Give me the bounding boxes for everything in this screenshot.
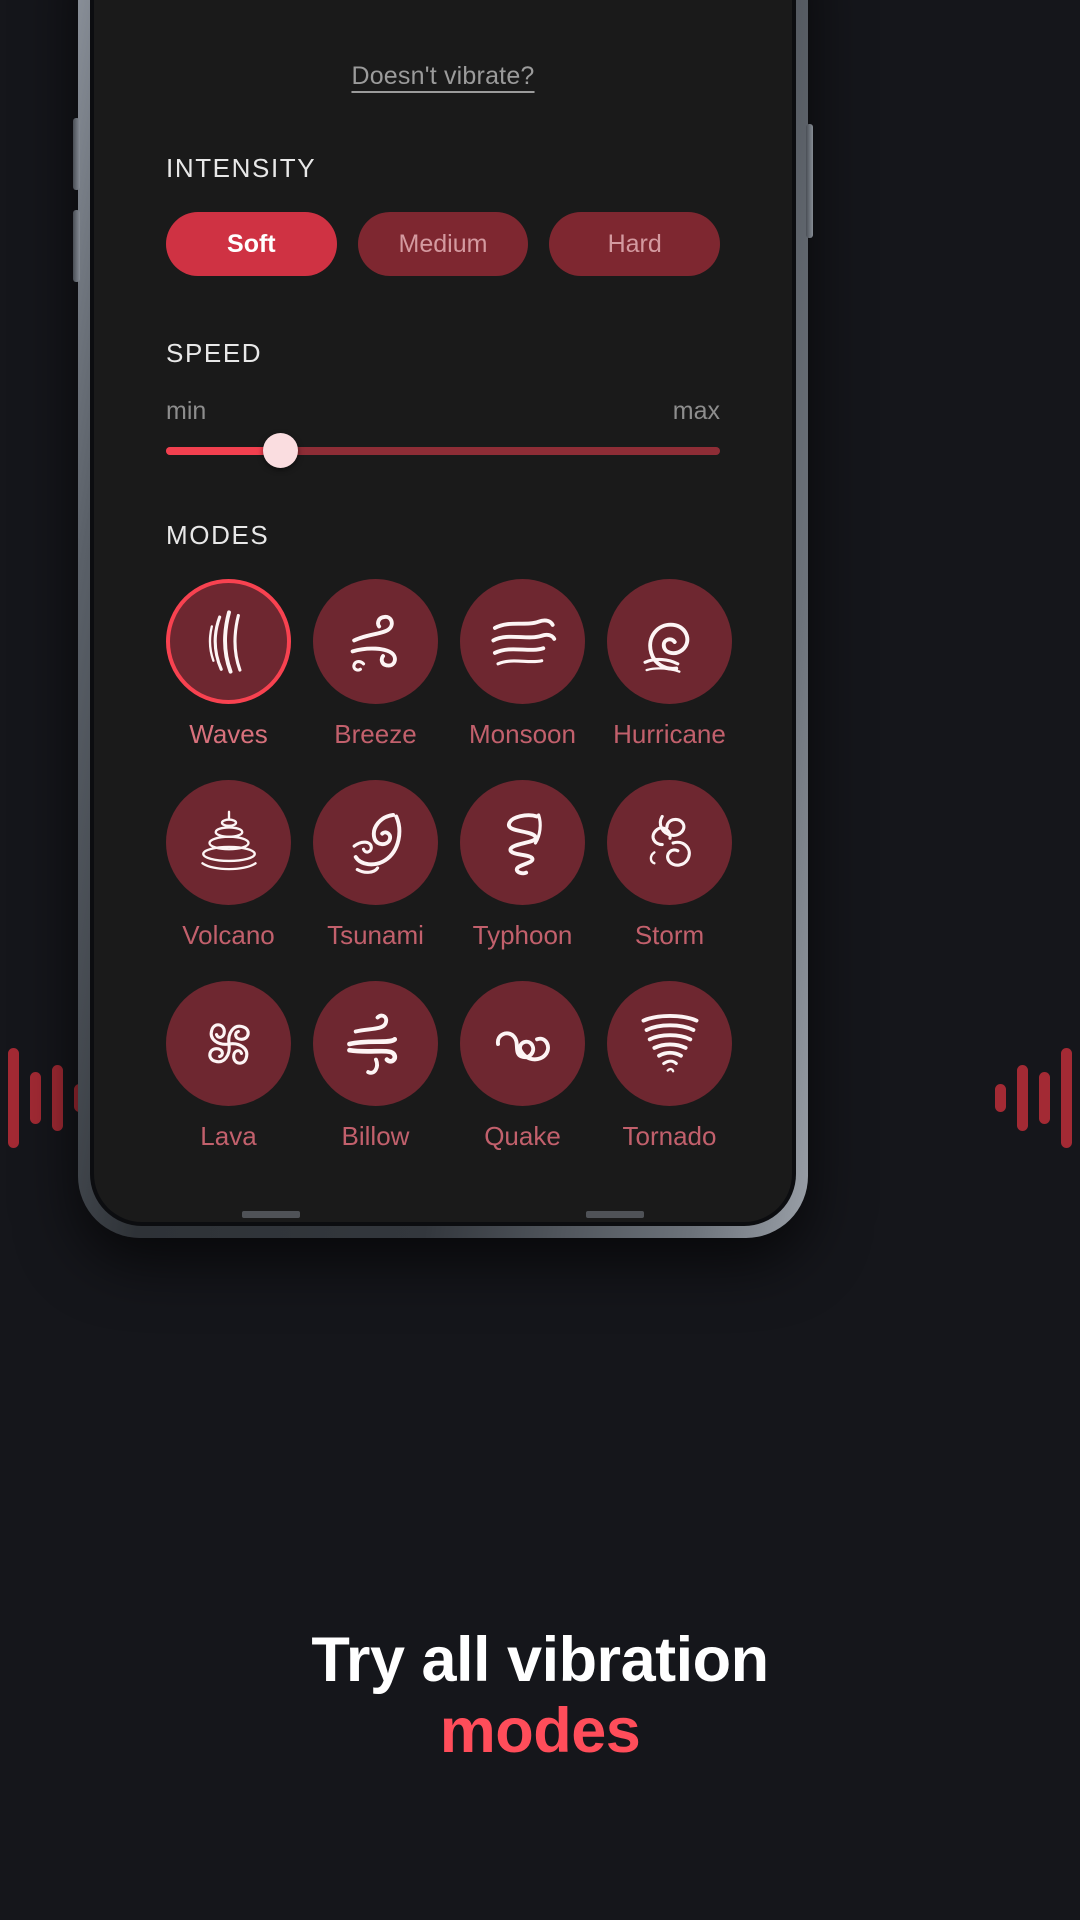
mode-item-waves[interactable]: Waves bbox=[166, 579, 291, 750]
phone-mockup: Doesn't vibrate? INTENSITY Soft Medium H… bbox=[73, 0, 813, 1238]
volume-down-button[interactable] bbox=[73, 210, 80, 282]
tornado-icon[interactable] bbox=[607, 981, 732, 1106]
mode-item-quake[interactable]: Quake bbox=[460, 981, 585, 1152]
waveform-bar bbox=[1017, 1065, 1028, 1131]
volcano-icon[interactable] bbox=[166, 780, 291, 905]
waveform-bar bbox=[1039, 1072, 1050, 1124]
speed-max-label: max bbox=[672, 397, 720, 425]
quake-icon[interactable] bbox=[460, 981, 585, 1106]
vibrate-help-row: Doesn't vibrate? bbox=[166, 62, 720, 91]
mode-item-lava[interactable]: Lava bbox=[166, 981, 291, 1152]
mode-label: Tsunami bbox=[327, 920, 424, 950]
mode-item-typhoon[interactable]: Typhoon bbox=[460, 780, 585, 951]
promo-headline: Try all vibration modes bbox=[0, 1625, 1080, 1766]
speed-min-label: min bbox=[166, 397, 207, 425]
speed-range-labels: min max bbox=[166, 397, 720, 426]
speed-slider-thumb[interactable] bbox=[262, 433, 298, 468]
doesnt-vibrate-link[interactable]: Doesn't vibrate? bbox=[351, 62, 534, 90]
waveform-bar bbox=[30, 1072, 41, 1124]
mode-label: Lava bbox=[200, 1121, 257, 1151]
mode-label: Tornado bbox=[622, 1121, 717, 1151]
storm-icon[interactable] bbox=[607, 780, 732, 905]
mode-label: Typhoon bbox=[472, 920, 573, 950]
waveform-decoration-right bbox=[995, 1048, 1072, 1148]
waveform-bar bbox=[8, 1048, 19, 1148]
monsoon-icon[interactable] bbox=[460, 579, 585, 704]
typhoon-icon[interactable] bbox=[460, 780, 585, 905]
modes-grid: Waves Breeze Monsoon Hurricane Volcano Tsunam… bbox=[166, 579, 732, 1152]
mode-item-hurricane[interactable]: Hurricane bbox=[607, 579, 732, 750]
phone-screen: Doesn't vibrate? INTENSITY Soft Medium H… bbox=[94, 0, 792, 1222]
mode-item-volcano[interactable]: Volcano bbox=[166, 780, 291, 951]
intensity-option-hard[interactable]: Hard bbox=[549, 212, 721, 276]
phone-bezel: Doesn't vibrate? INTENSITY Soft Medium H… bbox=[90, 0, 796, 1226]
mode-item-breeze[interactable]: Breeze bbox=[313, 579, 438, 750]
mode-label: Monsoon bbox=[469, 719, 576, 749]
speed-section-title: SPEED bbox=[166, 338, 263, 368]
hurricane-icon[interactable] bbox=[607, 579, 732, 704]
phone-chin-mark-right bbox=[586, 1211, 644, 1218]
intensity-option-medium[interactable]: Medium bbox=[357, 212, 529, 276]
waves-icon[interactable] bbox=[166, 579, 291, 704]
mode-item-tornado[interactable]: Tornado bbox=[607, 981, 732, 1152]
mode-label: Storm bbox=[634, 920, 705, 950]
breeze-icon[interactable] bbox=[313, 579, 438, 704]
mode-label: Volcano bbox=[182, 920, 275, 950]
vibration-app-content: Doesn't vibrate? INTENSITY Soft Medium H… bbox=[94, 0, 792, 1222]
volume-up-button[interactable] bbox=[73, 118, 80, 190]
billow-icon[interactable] bbox=[313, 981, 438, 1106]
speed-slider-block: min max bbox=[166, 397, 720, 468]
mode-label: Quake bbox=[484, 1121, 561, 1151]
speed-slider[interactable] bbox=[166, 433, 720, 468]
waveform-bar bbox=[995, 1084, 1006, 1112]
promo-headline-line1: Try all vibration bbox=[311, 1625, 769, 1695]
modes-section-title: MODES bbox=[166, 520, 270, 550]
intensity-options: Soft Medium Hard bbox=[166, 212, 721, 276]
mode-label: Waves bbox=[189, 719, 268, 749]
promo-headline-line2: modes bbox=[439, 1695, 641, 1766]
waveform-bar bbox=[1061, 1048, 1072, 1148]
intensity-option-soft[interactable]: Soft bbox=[166, 212, 337, 276]
mode-item-tsunami[interactable]: Tsunami bbox=[313, 780, 438, 951]
waveform-bar bbox=[52, 1065, 63, 1131]
mode-label: Breeze bbox=[334, 719, 417, 749]
waveform-decoration-left bbox=[8, 1048, 85, 1148]
mode-item-storm[interactable]: Storm bbox=[607, 780, 732, 951]
intensity-section-title: INTENSITY bbox=[166, 153, 317, 183]
promo-stage: Doesn't vibrate? INTENSITY Soft Medium H… bbox=[0, 0, 1080, 1920]
mode-item-monsoon[interactable]: Monsoon bbox=[460, 579, 585, 750]
phone-chin-mark-left bbox=[242, 1211, 300, 1218]
mode-item-billow[interactable]: Billow bbox=[313, 981, 438, 1152]
power-button[interactable] bbox=[806, 124, 813, 238]
lava-icon[interactable] bbox=[166, 981, 291, 1106]
mode-label: Hurricane bbox=[613, 719, 726, 749]
tsunami-icon[interactable] bbox=[313, 780, 438, 905]
mode-label: Billow bbox=[341, 1121, 410, 1151]
